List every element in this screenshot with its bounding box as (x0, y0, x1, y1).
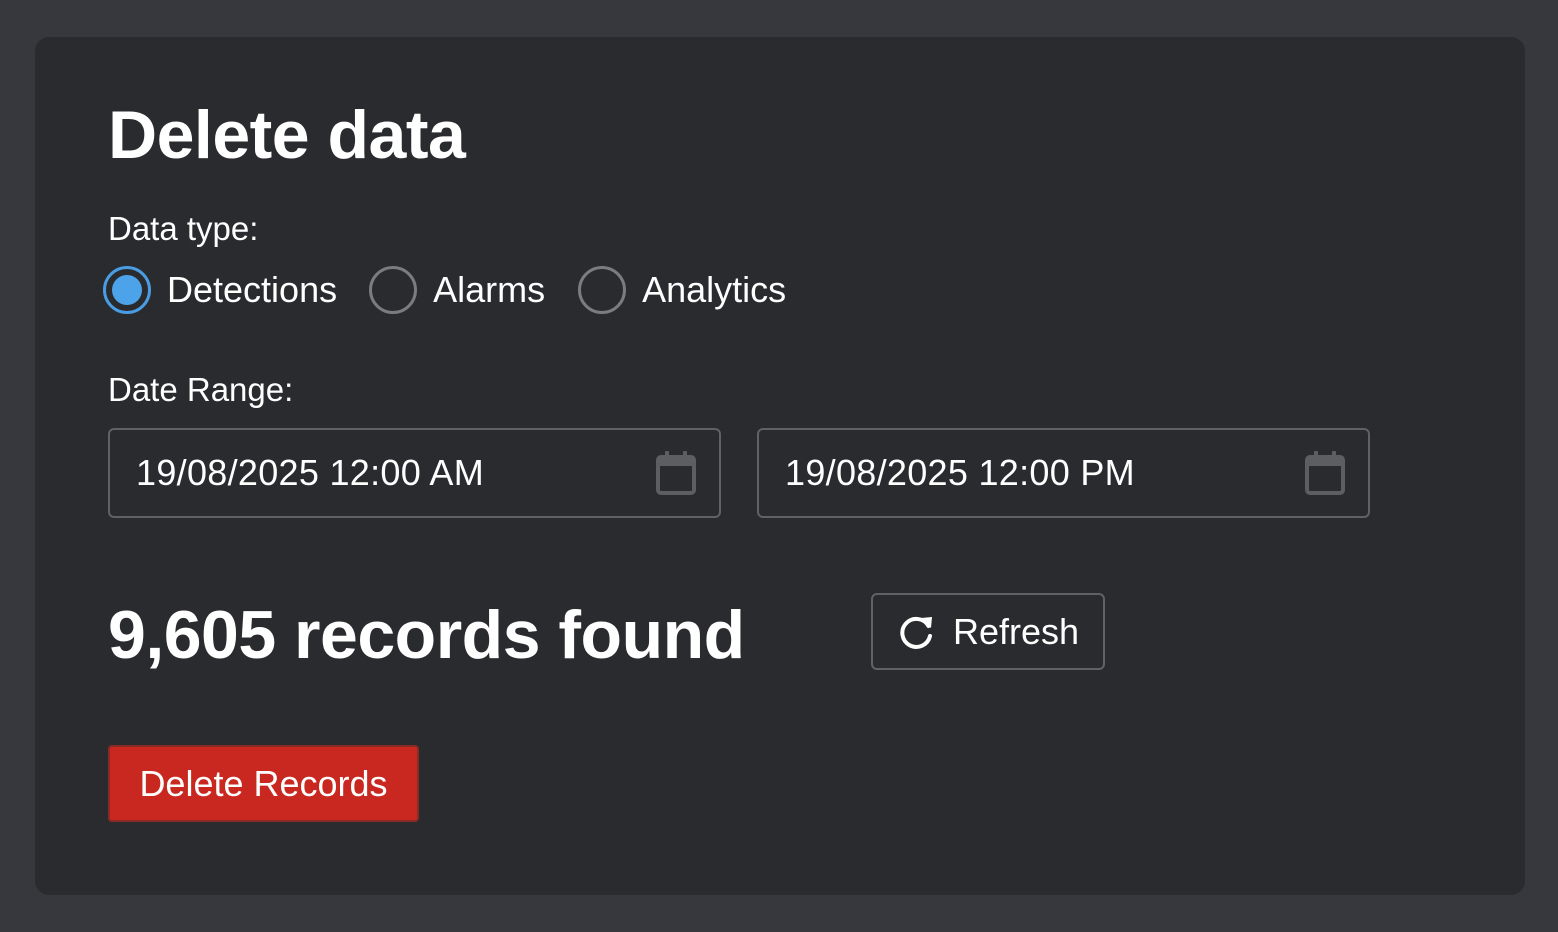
end-date-value[interactable]: 19/08/2025 12:00 PM (785, 452, 1135, 494)
radio-label-alarms[interactable]: Alarms (433, 268, 545, 312)
data-type-radio-group: Detections Alarms Analytics (103, 262, 786, 317)
start-date-value[interactable]: 19/08/2025 12:00 AM (136, 452, 484, 494)
radio-label-detections[interactable]: Detections (167, 268, 337, 312)
radio-label-analytics[interactable]: Analytics (642, 268, 786, 312)
radio-option-alarms[interactable]: Alarms (369, 265, 545, 314)
start-date-input[interactable]: 19/08/2025 12:00 AM (108, 428, 721, 518)
date-range-label: Date Range: (108, 371, 294, 408)
refresh-button[interactable]: Refresh (871, 593, 1105, 670)
radio-analytics[interactable] (578, 265, 627, 314)
radio-option-analytics[interactable]: Analytics (578, 265, 786, 314)
radio-option-detections[interactable]: Detections (103, 265, 337, 314)
refresh-icon (900, 616, 932, 649)
data-type-label: Data type: (108, 210, 259, 247)
delete-records-button[interactable]: Delete Records (108, 745, 419, 822)
radio-alarms[interactable] (369, 265, 418, 314)
delete-data-card: Delete data Data type: Detections Alarms… (35, 37, 1525, 895)
radio-detections[interactable] (103, 265, 151, 314)
calendar-icon[interactable] (655, 450, 697, 496)
calendar-icon[interactable] (1304, 450, 1346, 496)
refresh-label: Refresh (952, 610, 1080, 652)
end-date-input[interactable]: 19/08/2025 12:00 PM (757, 428, 1370, 518)
page-title: Delete data (108, 97, 466, 173)
records-found-count: 9,605 records found (108, 597, 745, 673)
